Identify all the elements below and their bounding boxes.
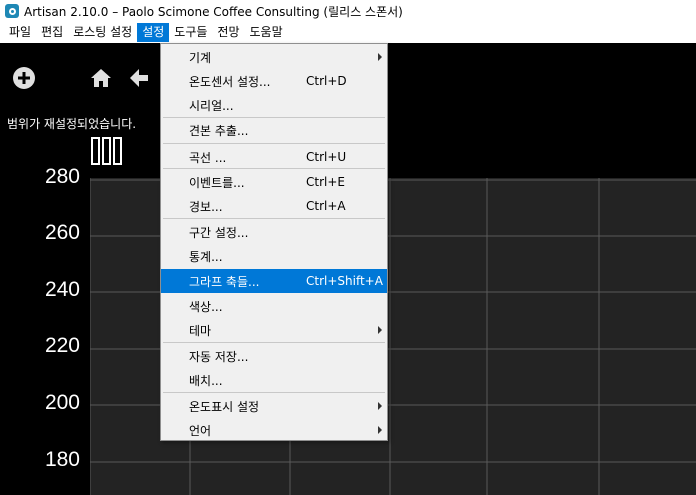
- submenu-arrow-icon: [378, 326, 382, 334]
- menu-separator: [163, 342, 385, 343]
- menu-help[interactable]: 도움말: [245, 23, 288, 42]
- menu-item-shortcut: Ctrl+Shift+A: [306, 274, 383, 288]
- home-icon[interactable]: [90, 67, 112, 89]
- menu-item-label: 배치...: [189, 373, 223, 388]
- settings-menu-item[interactable]: 구간 설정...: [161, 220, 387, 244]
- menu-separator: [163, 218, 385, 219]
- settings-menu-item[interactable]: 자동 저장...: [161, 344, 387, 368]
- menu-item-label: 견본 추출...: [189, 124, 249, 138]
- menu-tools[interactable]: 도구들: [169, 23, 212, 42]
- menu-separator: [163, 143, 385, 144]
- settings-menu-item[interactable]: 배치...: [161, 368, 387, 392]
- settings-menu-item[interactable]: 경보... Ctrl+A: [161, 194, 387, 218]
- settings-menu-item[interactable]: 색상...: [161, 294, 387, 318]
- menu-item-label: 구간 설정...: [189, 225, 249, 240]
- status-message: 범위가 재설정되었습니다.: [7, 117, 137, 131]
- title-bar: Artisan 2.10.0 – Paolo Scimone Coffee Co…: [0, 0, 696, 22]
- artisan-app-icon: [5, 4, 19, 18]
- settings-menu-item[interactable]: 이벤트를... Ctrl+E: [161, 170, 387, 194]
- settings-menu-item[interactable]: 기계: [161, 46, 387, 68]
- settings-menu-item[interactable]: 테마: [161, 318, 387, 342]
- menu-item-label: 온도센서 설정...: [189, 74, 271, 89]
- settings-menu-item[interactable]: 곡선 ... Ctrl+U: [161, 145, 387, 169]
- menu-item-label: 시리얼...: [189, 98, 234, 113]
- settings-menu-item[interactable]: 온도표시 설정: [161, 394, 387, 418]
- settings-menu-item[interactable]: 견본 추출...: [161, 118, 387, 143]
- placeholder-glyphs: [91, 137, 122, 165]
- y-tick-label: 180: [44, 448, 80, 471]
- menu-item-label: 이벤트를...: [189, 175, 245, 190]
- back-arrow-icon[interactable]: [128, 67, 150, 89]
- settings-dropdown-menu: 기계온도센서 설정... Ctrl+D 시리얼... 견본 추출... 곡선 ... Ct…: [160, 43, 388, 441]
- settings-menu-item[interactable]: 시리얼...: [161, 93, 387, 117]
- menu-item-shortcut: Ctrl+A: [306, 199, 346, 213]
- menu-file[interactable]: 파일: [4, 23, 36, 42]
- menu-item-shortcut: Ctrl+E: [306, 175, 345, 189]
- menu-item-label: 테마: [189, 323, 212, 338]
- menu-item-label: 통계...: [189, 249, 223, 264]
- menu-item-label: 언어: [189, 423, 212, 438]
- submenu-arrow-icon: [378, 402, 382, 410]
- menu-bar: 파일 편집 로스팅 설정 설정 도구들 전망 도움말: [0, 22, 696, 43]
- submenu-arrow-icon: [378, 426, 382, 434]
- y-tick-label: 260: [44, 221, 80, 244]
- menu-config[interactable]: 설정: [137, 23, 170, 42]
- window-title: Artisan 2.10.0 – Paolo Scimone Coffee Co…: [24, 4, 403, 19]
- menu-item-label: 색상...: [189, 299, 223, 314]
- menu-item-shortcut: Ctrl+D: [306, 74, 347, 88]
- y-tick-label: 240: [44, 278, 80, 301]
- menu-separator: [163, 392, 385, 393]
- submenu-arrow-icon: [378, 53, 382, 61]
- menu-item-label: 자동 저장...: [189, 349, 249, 364]
- menu-item-label: 곡선 ...: [189, 150, 227, 165]
- menu-separator: [163, 117, 385, 118]
- add-circle-icon[interactable]: [12, 66, 36, 90]
- menu-item-label: 기계: [189, 50, 212, 65]
- menu-view[interactable]: 전망: [212, 23, 244, 42]
- y-tick-label: 200: [44, 391, 80, 414]
- menu-item-label: 온도표시 설정: [189, 399, 260, 414]
- menu-item-label: 그라프 축들...: [189, 274, 260, 289]
- settings-menu-item[interactable]: 언어: [161, 418, 387, 442]
- y-tick-label: 220: [44, 334, 80, 357]
- menu-roast[interactable]: 로스팅 설정: [68, 23, 137, 42]
- settings-menu-item[interactable]: 온도센서 설정... Ctrl+D: [161, 69, 387, 93]
- settings-menu-item[interactable]: 그라프 축들... Ctrl+Shift+A: [161, 269, 387, 293]
- menu-edit[interactable]: 편집: [36, 23, 68, 42]
- menu-item-label: 경보...: [189, 199, 223, 214]
- menu-item-shortcut: Ctrl+U: [306, 150, 347, 164]
- y-tick-label: 280: [44, 165, 80, 188]
- menu-separator: [163, 168, 385, 169]
- settings-menu-item[interactable]: 통계...: [161, 244, 387, 268]
